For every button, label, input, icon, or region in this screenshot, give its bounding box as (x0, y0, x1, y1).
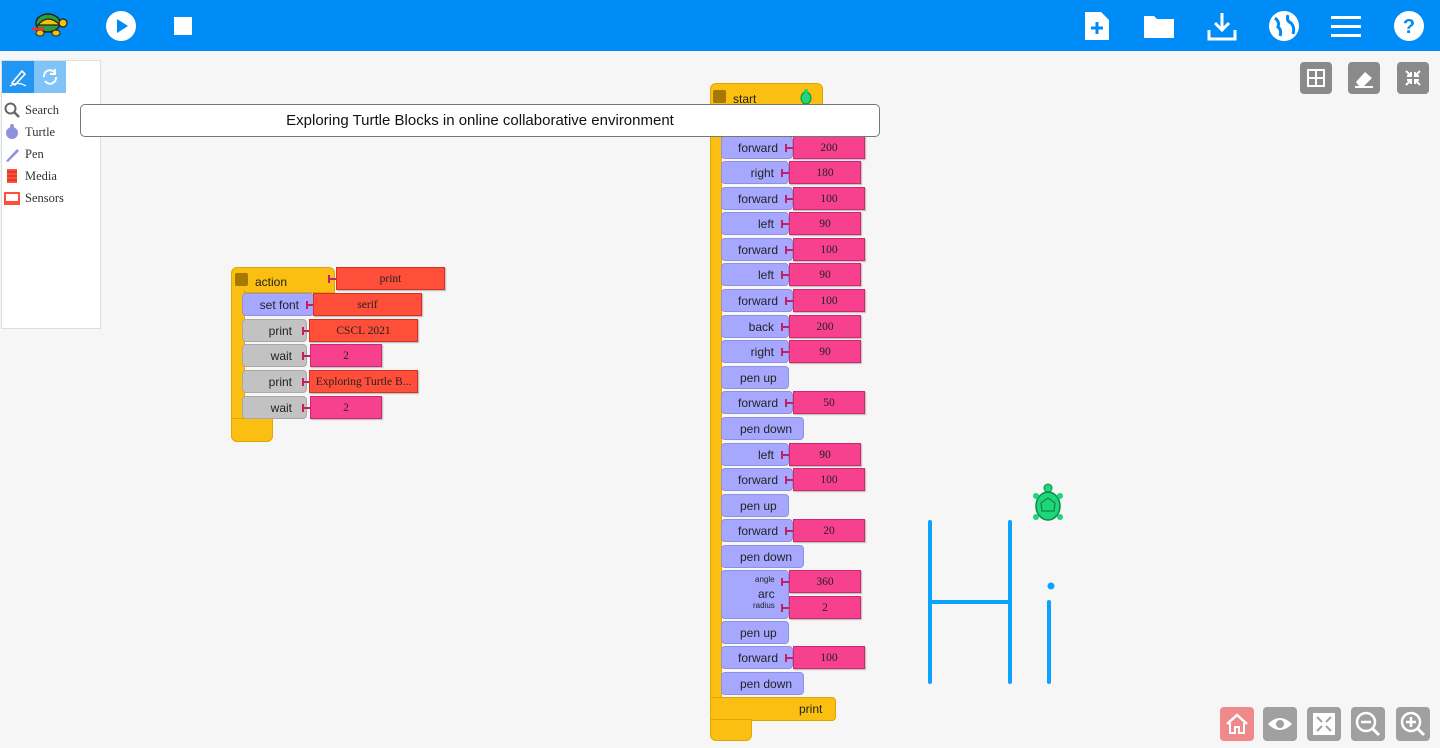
home-icon[interactable] (1220, 707, 1254, 741)
action-clamp-footer (231, 418, 273, 442)
forward-arg[interactable]: 100 (793, 187, 865, 210)
forward-block[interactable]: forward (721, 289, 793, 312)
start-clamp-footer (710, 719, 752, 741)
pen-icon (4, 146, 20, 162)
action-name-arg[interactable]: print (336, 267, 445, 290)
palette-item-label: Search (25, 102, 60, 117)
turtle-icon (1033, 483, 1063, 521)
wait-arg[interactable]: 2 (310, 396, 382, 419)
zoom-in-icon[interactable] (1396, 707, 1430, 741)
print-block[interactable]: print (242, 319, 307, 342)
new-project-icon[interactable] (1077, 6, 1117, 46)
block-palette: Search Turtle Pen Media Sensors (1, 60, 101, 329)
right-block[interactable]: right (721, 340, 789, 363)
back-block[interactable]: back (721, 315, 789, 338)
show-hide-blocks-icon[interactable] (1263, 707, 1297, 741)
forward-arg[interactable]: 20 (793, 519, 865, 542)
arc-angle-arg[interactable]: 360 (789, 570, 861, 593)
wait-arg[interactable]: 2 (310, 344, 382, 367)
print-arg[interactable]: CSCL 2021 (309, 319, 418, 342)
play-icon[interactable] (101, 6, 141, 46)
wait-block[interactable]: wait (242, 344, 307, 367)
palette-item-label: Turtle (25, 124, 56, 139)
hi-dot (1047, 582, 1055, 590)
set-font-block[interactable]: set font (242, 293, 314, 316)
forward-block[interactable]: forward (721, 646, 793, 669)
stop-icon[interactable] (163, 6, 203, 46)
set-font-arg[interactable]: serif (313, 293, 422, 316)
pen-up-block[interactable]: pen up (721, 366, 789, 389)
arc-label: arc (758, 587, 775, 601)
action-header-label: action (255, 275, 288, 289)
palette-item-label: Sensors (25, 190, 64, 205)
print-call-label: print (799, 702, 823, 716)
pen-up-block[interactable]: pen up (721, 494, 789, 517)
pen-blocks-tab-icon[interactable] (2, 61, 34, 93)
left-block[interactable]: left (721, 212, 789, 235)
turtle-icon (4, 124, 20, 140)
palette-item-pen[interactable]: Pen (2, 143, 100, 165)
pen-down-block[interactable]: pen down (721, 417, 804, 440)
left-arg[interactable]: 90 (789, 212, 861, 235)
sensors-icon (4, 190, 20, 206)
expand-collapse-blocks-icon[interactable] (1307, 707, 1341, 741)
eraser-clear-icon[interactable] (1348, 62, 1380, 94)
back-arg[interactable]: 200 (789, 315, 861, 338)
forward-arg[interactable]: 100 (793, 646, 865, 669)
turtle-drawing-canvas (928, 483, 1063, 684)
media-icon (4, 168, 20, 184)
language-globe-icon[interactable] (1264, 6, 1304, 46)
forward-arg[interactable]: 100 (793, 238, 865, 261)
pen-up-block[interactable]: pen up (721, 621, 789, 644)
collapse-toggle-icon[interactable] (713, 90, 726, 103)
zoom-out-icon[interactable] (1351, 707, 1385, 741)
palette-item-label: Pen (25, 146, 44, 161)
arc-angle-label: angle (755, 575, 775, 584)
right-arg[interactable]: 180 (789, 161, 861, 184)
turtle-logo-icon[interactable] (30, 6, 70, 46)
palette-item-media[interactable]: Media (2, 165, 100, 187)
left-arg[interactable]: 90 (789, 443, 861, 466)
pen-down-block[interactable]: pen down (721, 545, 804, 568)
right-arg[interactable]: 90 (789, 340, 861, 363)
forward-block[interactable]: forward (721, 238, 793, 261)
open-folder-icon[interactable] (1139, 6, 1179, 46)
forward-block[interactable]: forward (721, 187, 793, 210)
forward-arg[interactable]: 200 (793, 136, 865, 159)
left-block[interactable]: left (721, 263, 789, 286)
forward-arg[interactable]: 100 (793, 289, 865, 312)
refresh-tab-icon[interactable] (34, 61, 66, 93)
print-block[interactable]: print (242, 370, 307, 393)
save-download-icon[interactable] (1202, 6, 1242, 46)
pen-down-block[interactable]: pen down (721, 672, 804, 695)
svg-text:?: ? (1403, 16, 1415, 38)
search-icon (4, 102, 20, 118)
forward-arg[interactable]: 50 (793, 391, 865, 414)
palette-item-sensors[interactable]: Sensors (2, 187, 100, 209)
grid-icon[interactable] (1300, 62, 1332, 94)
help-icon[interactable]: ? (1389, 6, 1429, 46)
toolbar: ? (0, 0, 1440, 51)
right-block[interactable]: right (721, 161, 789, 184)
hi-drawing (928, 520, 1051, 684)
arc-radius-label: radius (753, 601, 775, 610)
print-arg[interactable]: Exploring Turtle B... (309, 370, 418, 393)
arc-radius-arg[interactable]: 2 (789, 596, 861, 619)
palette-item-label: Media (25, 168, 57, 183)
forward-block[interactable]: forward (721, 136, 793, 159)
print-output-message: Exploring Turtle Blocks in online collab… (80, 104, 880, 137)
forward-block[interactable]: forward (721, 519, 793, 542)
menu-icon[interactable] (1326, 6, 1366, 46)
left-arg[interactable]: 90 (789, 263, 861, 286)
collapse-toggle-icon[interactable] (235, 273, 248, 286)
forward-arg[interactable]: 100 (793, 468, 865, 491)
collapse-icon[interactable] (1397, 62, 1429, 94)
forward-block[interactable]: forward (721, 468, 793, 491)
forward-block[interactable]: forward (721, 391, 793, 414)
wait-block[interactable]: wait (242, 396, 307, 419)
left-block[interactable]: left (721, 443, 789, 466)
